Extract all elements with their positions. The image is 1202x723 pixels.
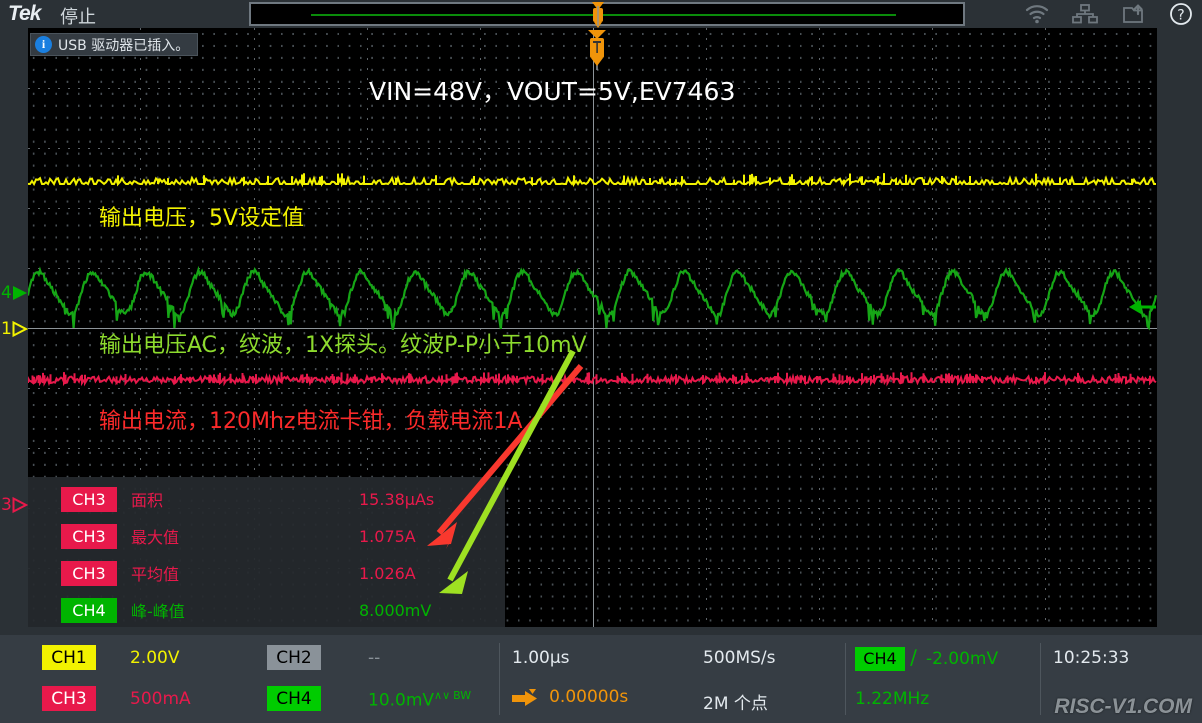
annotation-title: VIN=48V，VOUT=5V,EV7463: [369, 77, 736, 106]
bottom-status-bar: CH1 2.00V CH2 -- 1.00µs 500MS/s CH4 ∕ -2…: [0, 635, 1202, 723]
ch2-control[interactable]: CH2: [267, 645, 321, 670]
marker-triangle-icon: [12, 496, 28, 514]
ac-coupling-icon: ∧∨: [434, 689, 451, 702]
marker-triangle-icon: [12, 286, 27, 300]
measurement-row[interactable]: CH3 平均值 1.026A: [28, 558, 505, 588]
trigger-source[interactable]: CH4 ∕ -2.00mV: [855, 645, 998, 671]
annotation-ch4: 输出电压AC，纹波，1X探头。纹波P-P小于10mV: [99, 333, 587, 358]
usb-notification[interactable]: i USB 驱动器已插入。: [30, 33, 199, 56]
site-watermark: RISC-V1.COM: [1054, 695, 1192, 718]
divider: [499, 643, 500, 715]
timebase-scale[interactable]: 1.00µs: [512, 648, 570, 668]
measurement-channel-badge: CH3: [61, 560, 117, 586]
measurement-value: 1.075A: [359, 526, 416, 546]
trigger-position[interactable]: 0.00000s: [512, 687, 628, 707]
ch2-badge: CH2: [267, 645, 321, 670]
ch1-control[interactable]: CH1: [42, 645, 96, 670]
overview-trigger-marker[interactable]: [590, 2, 606, 28]
marker-triangle-icon: [12, 320, 28, 338]
measurement-value: 8.000mV: [359, 600, 432, 620]
rising-edge-icon: ∕: [910, 645, 917, 669]
divider: [845, 643, 846, 715]
sample-rate: 500MS/s: [703, 648, 776, 668]
help-icon[interactable]: ?: [1168, 2, 1194, 26]
tek-logo: Tek: [8, 2, 41, 25]
save-icon[interactable]: [1120, 2, 1146, 26]
channel-marker-ch1[interactable]: 1: [0, 317, 28, 341]
svg-text:?: ?: [1177, 8, 1184, 24]
measurement-value: 15.38µAs: [359, 489, 435, 509]
ch3-trace: [28, 372, 1157, 387]
ch3-badge: CH3: [42, 686, 96, 711]
ch1-badge: CH1: [42, 645, 96, 670]
clock: 10:25:33: [1053, 648, 1130, 668]
ch4-vertical-scale[interactable]: 10.0mV∧∨ BW: [368, 689, 471, 711]
measurement-label: 峰-峰值: [131, 602, 185, 621]
ch3-control[interactable]: CH3: [42, 686, 96, 711]
measurement-label: 最大值: [131, 528, 180, 547]
divider: [1040, 643, 1041, 715]
measurement-channel-badge: CH3: [61, 486, 117, 512]
channel-marker-ch4[interactable]: 4: [0, 281, 28, 305]
measurement-label: 面积: [131, 491, 164, 510]
top-bar: Tek 停止 ?: [0, 0, 1202, 28]
measurement-row[interactable]: CH4 峰-峰值 8.000mV: [28, 595, 505, 625]
run-state-label[interactable]: 停止: [60, 3, 96, 29]
oscilloscope-screen: Tek 停止 ? 4 1 3 VIN=48V，VOUT=5V,EV7463 输出…: [0, 0, 1202, 723]
annotation-ch1: 输出电压，5V设定值: [99, 206, 305, 231]
annotation-ch3: 输出电流，120Mhz电流卡钳，负载电流1A: [99, 409, 523, 434]
ch1-vertical-scale[interactable]: 2.00V: [130, 648, 179, 668]
wifi-icon[interactable]: [1024, 2, 1050, 26]
measurement-channel-badge: CH3: [61, 523, 117, 549]
measurement-channel-badge: CH4: [61, 597, 117, 623]
measurement-row[interactable]: CH3 最大值 1.075A: [28, 521, 505, 551]
ch4-scale-value: 10.0mV: [368, 690, 435, 711]
ch1-trace: [28, 173, 1156, 188]
ch3-vertical-scale[interactable]: 500mA: [130, 689, 191, 709]
trigger-frequency: 1.22MHz: [855, 689, 930, 709]
usb-notification-text: USB 驱动器已插入。: [58, 37, 190, 54]
trigger-source-badge: CH4: [855, 646, 905, 671]
system-icons: ?: [1024, 1, 1194, 27]
channel-marker-ch3[interactable]: 3: [0, 493, 28, 517]
ch4-trace: [28, 265, 1157, 331]
channel-reference-markers: 4 1 3: [0, 28, 28, 627]
measurement-panel[interactable]: CH3 面积 15.38µAs CH3 最大值 1.075A CH3 平均值 1…: [28, 477, 505, 627]
info-icon: i: [35, 36, 52, 53]
trigger-level-arrow-ch4[interactable]: [1127, 296, 1157, 323]
network-icon[interactable]: [1072, 2, 1098, 26]
trigger-position-icon: [512, 688, 537, 706]
trigger-position-value: 0.00000s: [549, 687, 629, 707]
ch4-control[interactable]: CH4: [267, 686, 321, 711]
trigger-level[interactable]: -2.00mV: [926, 649, 998, 669]
bandwidth-limit-icon: BW: [453, 689, 472, 702]
ch4-badge: CH4: [267, 686, 321, 711]
record-length: 2M 个点: [703, 694, 768, 714]
measurement-row[interactable]: CH3 面积 15.38µAs: [28, 484, 505, 514]
ch2-vertical-scale[interactable]: --: [368, 648, 380, 668]
measurement-label: 平均值: [131, 565, 180, 584]
measurement-value: 1.026A: [359, 563, 416, 583]
waveform-display[interactable]: VIN=48V，VOUT=5V,EV7463 输出电压，5V设定值 输出电压AC…: [28, 28, 1157, 627]
waveform-overview-bar[interactable]: [249, 2, 965, 28]
